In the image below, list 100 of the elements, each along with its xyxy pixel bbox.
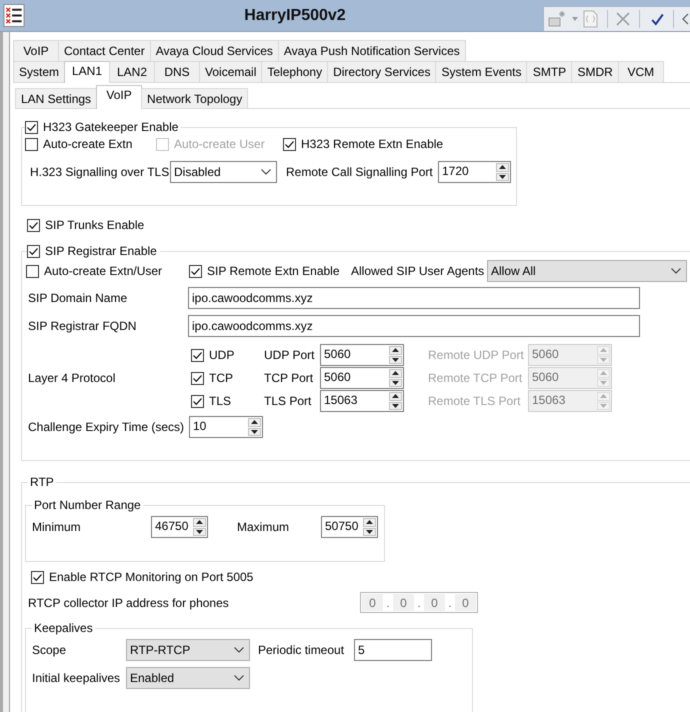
spin-box[interactable]: 10	[189, 416, 263, 438]
tab[interactable]: Avaya Push Notification Services	[278, 40, 466, 61]
tab[interactable]: System	[13, 61, 66, 83]
checkbox[interactable]	[191, 372, 204, 384]
up-triangle-icon	[600, 394, 607, 398]
checkbox-label: SIP Registrar Enable	[45, 243, 157, 259]
spin-down-button[interactable]	[496, 172, 509, 181]
spin-up-button[interactable]	[389, 346, 402, 354]
chevron-down-icon	[261, 169, 271, 175]
down-triangle-icon	[251, 430, 258, 434]
text-field[interactable]: ipo.cawoodcomms.xyz	[188, 287, 640, 309]
checklist-icon[interactable]	[3, 4, 25, 27]
checkmark-icon	[190, 266, 201, 276]
spin-up-button[interactable]	[389, 392, 402, 400]
up-triangle-icon	[392, 371, 399, 376]
field-label: TCP Port	[264, 370, 314, 386]
checkbox[interactable]	[27, 218, 40, 232]
octet-separator: .	[416, 594, 422, 610]
tab[interactable]: LAN2	[109, 61, 156, 83]
spin-box[interactable]: 46750	[151, 516, 208, 538]
up-triangle-icon	[251, 420, 258, 424]
dropdown[interactable]: Disabled	[170, 161, 277, 183]
field-label: Remote TLS Port	[428, 393, 520, 409]
dropdown[interactable]: RTP-RTCP	[126, 639, 250, 661]
chevron-down-icon	[234, 675, 244, 681]
checkbox[interactable]	[31, 570, 44, 584]
field-label: SIP Registrar FQDN	[28, 318, 136, 334]
tab[interactable]: VoIP	[96, 85, 142, 109]
spin-down-button[interactable]	[248, 428, 261, 436]
field-label: RTCP collector IP address for phones	[28, 594, 229, 610]
up-triangle-icon	[392, 394, 399, 398]
tab[interactable]: LAN Settings	[15, 88, 98, 109]
chevron-left-icon[interactable]	[682, 13, 689, 25]
down-triangle-icon	[392, 380, 399, 385]
field-label: Remote UDP Port	[428, 347, 524, 363]
spin-up-button[interactable]	[248, 418, 261, 426]
octet-separator: .	[447, 594, 453, 610]
checkbox-label: SIP Remote Extn Enable	[207, 263, 340, 279]
tab[interactable]: LAN1	[64, 61, 110, 83]
spin-down-button[interactable]	[193, 528, 206, 536]
spin-up-button[interactable]	[389, 369, 402, 378]
tab[interactable]: Network Topology	[141, 88, 248, 109]
up-triangle-icon	[600, 371, 607, 376]
down-triangle-icon	[499, 174, 506, 179]
checkbox[interactable]	[25, 138, 38, 150]
spin-down-button[interactable]	[389, 402, 402, 410]
tab[interactable]: SMDR	[571, 61, 619, 83]
checkbox[interactable]	[191, 394, 204, 408]
field-label: Scope	[32, 642, 66, 658]
up-triangle-icon	[196, 520, 203, 524]
checkbox[interactable]	[191, 348, 204, 362]
checkbox[interactable]	[189, 264, 202, 278]
checkmark-icon	[26, 122, 37, 132]
chevron-down-icon	[234, 647, 244, 653]
tab[interactable]: VCM	[618, 61, 664, 83]
checkmark-icon	[192, 396, 203, 406]
checkbox-label: H323 Gatekeeper Enable	[43, 119, 178, 135]
tab[interactable]: DNS	[154, 61, 200, 83]
tab[interactable]: Telephony	[261, 61, 328, 83]
tab[interactable]: Directory Services	[327, 61, 436, 83]
checkmark-icon[interactable]	[651, 12, 664, 26]
checkbox-label: Enable RTCP Monitoring on Port 5005	[49, 569, 254, 585]
checkbox[interactable]	[25, 120, 38, 134]
spin-up-button[interactable]	[496, 163, 509, 172]
tab[interactable]: Avaya Cloud Services	[150, 40, 279, 61]
checkbox-label: TCP	[209, 370, 233, 386]
checkbox[interactable]	[26, 264, 39, 278]
tab[interactable]: VoIP	[13, 40, 59, 61]
down-triangle-icon	[366, 530, 373, 534]
checkbox-label: TLS	[209, 393, 232, 409]
dropdown[interactable]: Allow All	[487, 260, 687, 282]
field-label: Remote Call Signalling Port	[286, 164, 433, 180]
spin-box[interactable]: 50750	[321, 516, 378, 538]
checkbox[interactable]	[283, 138, 296, 150]
chevron-down-icon	[671, 268, 681, 274]
tab[interactable]: System Events	[435, 61, 528, 83]
field-label: Remote TCP Port	[428, 370, 522, 386]
spin-down-button[interactable]	[389, 356, 402, 364]
spin-box[interactable]: 5060	[320, 367, 404, 389]
tab[interactable]: Contact Center	[58, 40, 151, 61]
text-field[interactable]: ipo.cawoodcomms.xyz	[188, 315, 640, 337]
text-field[interactable]: 5	[354, 639, 432, 661]
down-triangle-icon	[392, 358, 399, 362]
field-label: H.323 Signalling over TLS	[30, 164, 170, 180]
down-triangle-icon	[600, 358, 607, 362]
up-triangle-icon	[392, 348, 399, 352]
checkbox[interactable]	[27, 244, 40, 258]
checkmark-icon	[28, 220, 39, 230]
spin-box[interactable]: 1720	[438, 161, 511, 183]
tab[interactable]: SMTP	[526, 61, 572, 83]
spin-up-button[interactable]	[193, 518, 206, 526]
dropdown[interactable]: Enabled	[126, 667, 250, 689]
up-triangle-icon	[366, 520, 373, 524]
spin-down-button[interactable]	[389, 378, 402, 387]
tab[interactable]: Voicemail	[199, 61, 262, 83]
spin-box[interactable]: 15063	[320, 390, 404, 412]
spin-down-button[interactable]	[363, 528, 376, 536]
spin-up-button[interactable]	[363, 518, 376, 526]
down-triangle-icon	[600, 404, 607, 408]
spin-box[interactable]: 5060	[320, 344, 404, 366]
